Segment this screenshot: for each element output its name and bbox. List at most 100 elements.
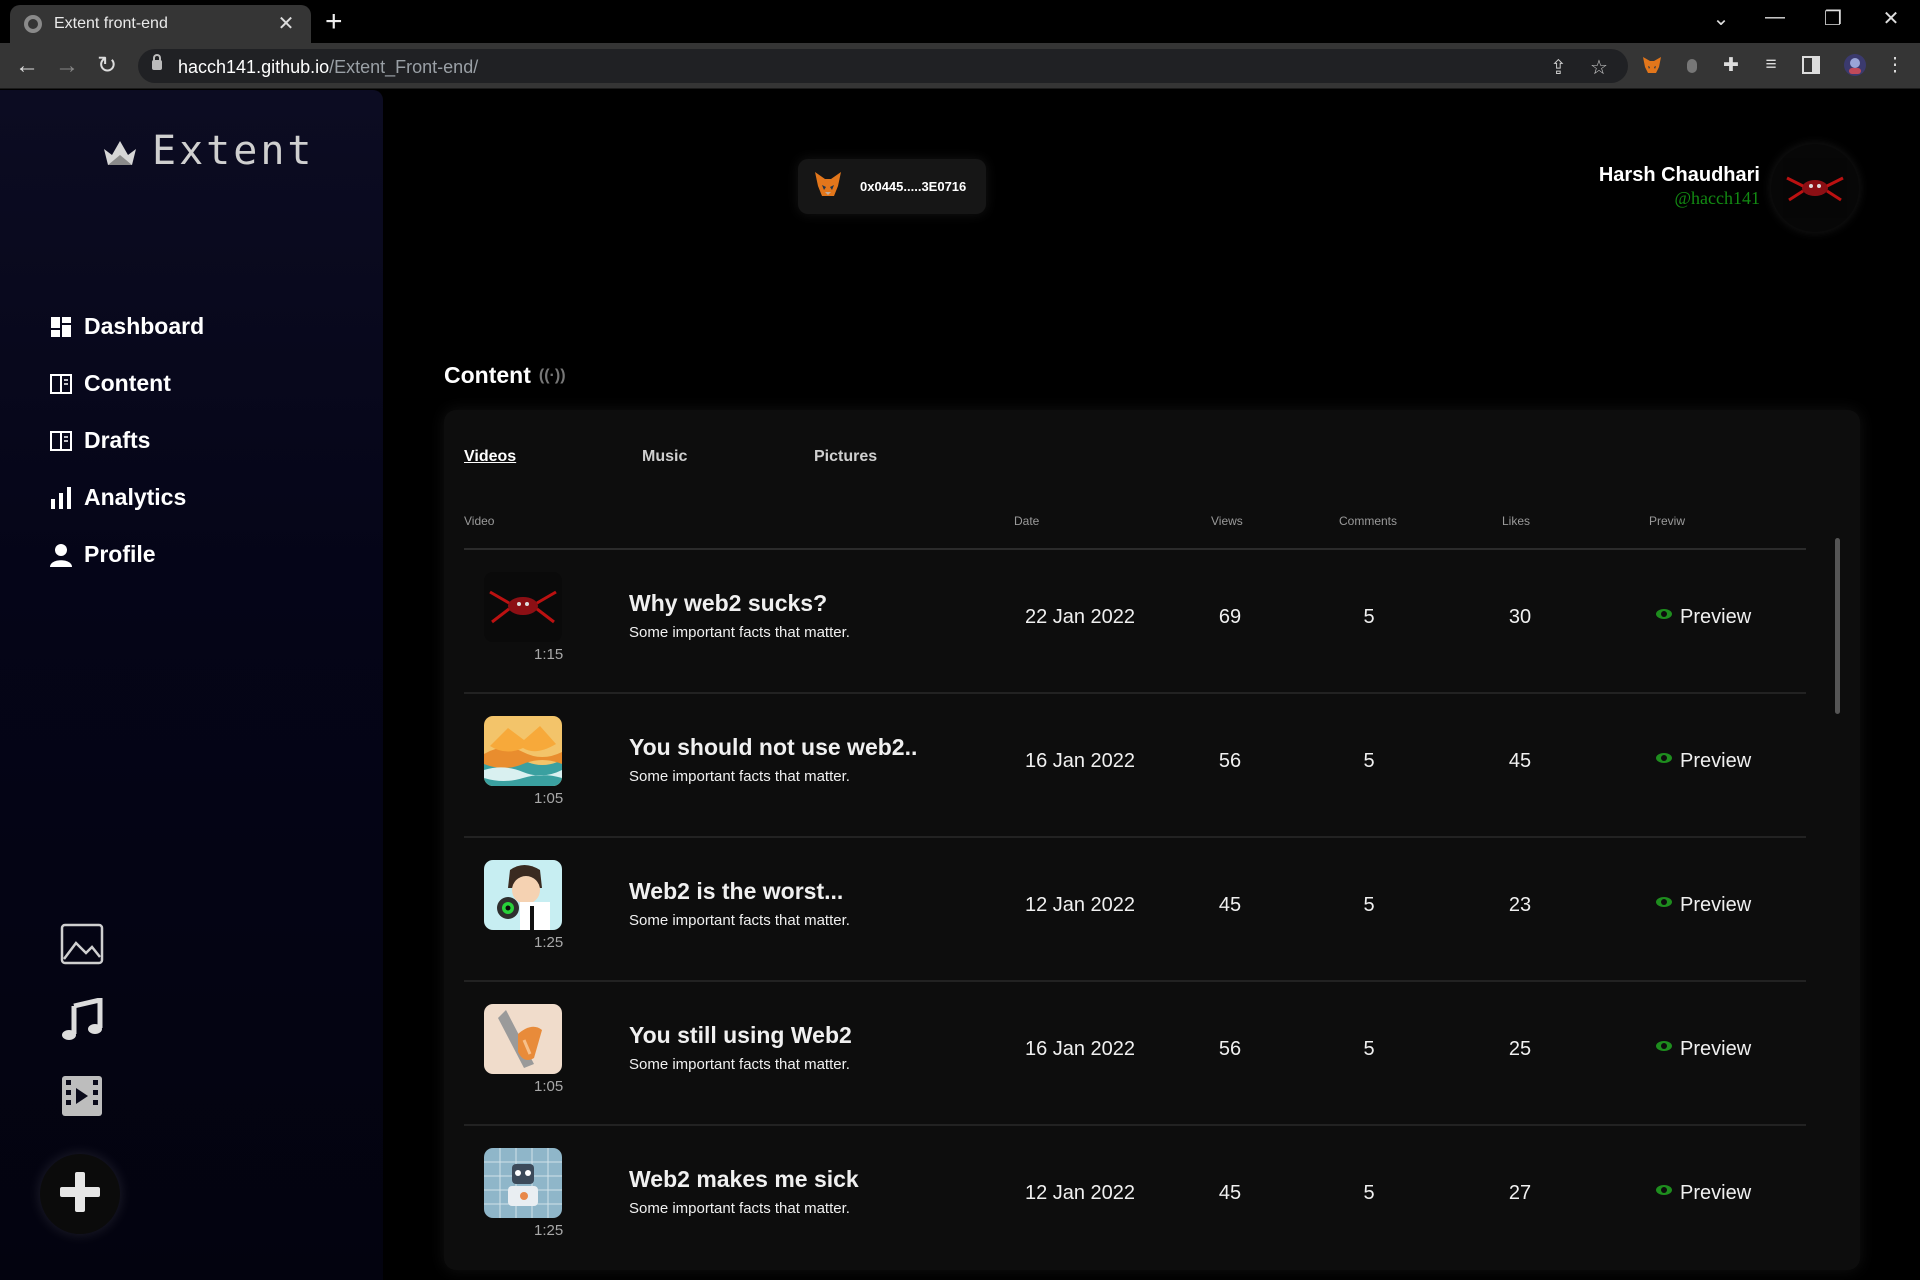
close-tab-icon[interactable]: ✕	[275, 14, 297, 34]
video-thumbnail[interactable]	[484, 1004, 562, 1074]
sidebar-item-profile[interactable]: Profile	[48, 526, 204, 583]
video-date: 16 Jan 2022	[1024, 1038, 1136, 1060]
table-row[interactable]: 1:25 Web2 is the worst... Some important…	[464, 838, 1806, 982]
tab-pictures[interactable]: Pictures	[814, 448, 877, 466]
video-likes: 30	[1508, 606, 1532, 628]
broadcast-icon: ((·))	[538, 366, 566, 384]
video-title[interactable]: You should not use web2..	[629, 734, 917, 761]
video-icon	[60, 1074, 104, 1123]
sidebar-item-label: Content	[84, 370, 171, 396]
url-text: hacch141.github.io/Extent_Front-end/	[178, 57, 479, 77]
video-date: 12 Jan 2022	[1024, 894, 1136, 916]
video-duration: 1:15	[534, 646, 564, 663]
video-date: 22 Jan 2022	[1024, 606, 1136, 628]
video-comments: 5	[1363, 750, 1375, 772]
video-views: 45	[1218, 894, 1242, 916]
preview-label: Preview	[1680, 1182, 1752, 1204]
column-header-date: Date	[1014, 514, 1040, 528]
video-likes: 25	[1508, 1038, 1532, 1060]
sidebar-item-label: Analytics	[84, 484, 187, 510]
sidebar-item-dashboard[interactable]: Dashboard	[48, 298, 204, 355]
tab-search-icon[interactable]: ⌄	[1706, 6, 1736, 31]
video-subtitle: Some important facts that matter.	[629, 912, 850, 929]
table-scrollbar[interactable]	[1835, 538, 1840, 714]
app-logo[interactable]: Extent	[100, 128, 315, 174]
video-title[interactable]: You still using Web2	[629, 1022, 852, 1049]
browser-menu-icon[interactable]: ⋮	[1882, 52, 1908, 78]
preview-button[interactable]: Preview	[1656, 1038, 1751, 1061]
video-title[interactable]: Web2 is the worst...	[629, 878, 843, 905]
bookmark-star-icon[interactable]: ☆	[1590, 55, 1608, 80]
table-row[interactable]: 1:15 Why web2 sucks? Some important fact…	[464, 550, 1806, 694]
tab-music[interactable]: Music	[642, 448, 814, 466]
video-duration: 1:05	[534, 790, 564, 807]
video-date: 16 Jan 2022	[1024, 750, 1136, 772]
new-tab-button[interactable]: +	[325, 7, 343, 37]
share-icon[interactable]: ⇪	[1550, 55, 1567, 80]
video-comments: 5	[1363, 606, 1375, 628]
plus-icon	[58, 1170, 102, 1219]
metamask-extension-icon[interactable]	[1639, 52, 1665, 78]
sidebar-item-drafts[interactable]: Drafts	[48, 412, 204, 469]
user-handle[interactable]: @hacch141	[1674, 188, 1760, 209]
preview-label: Preview	[1680, 606, 1752, 628]
sidebar-item-content[interactable]: Content	[48, 355, 204, 412]
video-thumbnail[interactable]	[484, 1148, 562, 1218]
metamask-fox-icon	[814, 171, 842, 202]
preview-button[interactable]: Preview	[1656, 606, 1751, 629]
video-duration: 1:25	[534, 1222, 564, 1239]
video-thumbnail[interactable]	[484, 716, 562, 786]
forward-button[interactable]: →	[52, 52, 82, 80]
tab-videos[interactable]: Videos	[464, 448, 642, 466]
preview-button[interactable]: Preview	[1656, 750, 1751, 773]
table-row[interactable]: 1:05 You should not use web2.. Some impo…	[464, 694, 1806, 838]
wallet-address: 0x0445.....3E0716	[860, 179, 967, 194]
video-subtitle: Some important facts that matter.	[629, 1200, 850, 1217]
video-comments: 5	[1363, 1038, 1375, 1060]
column-header-preview: Previw	[1649, 514, 1686, 528]
side-panel-icon[interactable]	[1798, 52, 1824, 78]
column-header-likes: Likes	[1502, 514, 1531, 528]
video-views: 45	[1218, 1182, 1242, 1204]
video-upload-button[interactable]	[58, 1074, 106, 1122]
restore-button[interactable]: ❐	[1818, 6, 1848, 31]
globe-icon	[24, 15, 42, 33]
close-window-button[interactable]: ✕	[1876, 6, 1906, 31]
video-title[interactable]: Web2 makes me sick	[629, 1166, 859, 1193]
reload-button[interactable]: ↻	[92, 52, 122, 80]
video-title[interactable]: Why web2 sucks?	[629, 590, 827, 617]
lock-icon	[152, 54, 162, 70]
eye-icon	[1656, 608, 1672, 619]
image-upload-button[interactable]	[58, 922, 106, 970]
crown-logo-icon	[100, 131, 140, 171]
table-row[interactable]: 1:25 Web2 makes me sick Some important f…	[464, 1126, 1806, 1270]
preview-button[interactable]: Preview	[1656, 894, 1751, 917]
page-title: Content ((·))	[444, 362, 566, 389]
user-avatar[interactable]	[1771, 144, 1859, 232]
browser-tabstrip: Extent front-end ✕ + ⌄ — ❐ ✕	[0, 0, 1920, 43]
profile-avatar-icon[interactable]	[1842, 52, 1868, 78]
minimize-button[interactable]: —	[1760, 6, 1790, 29]
browser-toolbar: ← → ↻ hacch141.github.io/Extent_Front-en…	[0, 43, 1920, 89]
video-thumbnail[interactable]	[484, 572, 562, 642]
sidebar-item-analytics[interactable]: Analytics	[48, 469, 204, 526]
table-row[interactable]: 1:05 You still using Web2 Some important…	[464, 982, 1806, 1126]
sidebar: Extent Dashboard Content Drafts Analytic…	[0, 90, 383, 1280]
video-table: 1:15 Why web2 sucks? Some important fact…	[464, 550, 1806, 1270]
puzzle-extensions-icon[interactable]: ✚	[1718, 52, 1744, 78]
wallet-button[interactable]: 0x0445.....3E0716	[798, 159, 986, 214]
sidebar-item-label: Dashboard	[84, 313, 205, 339]
music-upload-button[interactable]	[58, 996, 106, 1046]
extension-icon[interactable]	[1679, 52, 1705, 78]
media-playlist-icon[interactable]: ≡	[1758, 52, 1784, 78]
video-comments: 5	[1363, 1182, 1375, 1204]
preview-button[interactable]: Preview	[1656, 1182, 1751, 1205]
user-icon	[48, 542, 74, 568]
back-button[interactable]: ←	[12, 52, 42, 80]
video-date: 12 Jan 2022	[1024, 1182, 1136, 1204]
video-subtitle: Some important facts that matter.	[629, 624, 850, 641]
video-thumbnail[interactable]	[484, 860, 562, 930]
browser-tab[interactable]: Extent front-end ✕	[10, 5, 311, 43]
add-content-button[interactable]	[40, 1154, 120, 1234]
address-bar[interactable]: hacch141.github.io/Extent_Front-end/ ⇪ ☆	[138, 49, 1628, 83]
